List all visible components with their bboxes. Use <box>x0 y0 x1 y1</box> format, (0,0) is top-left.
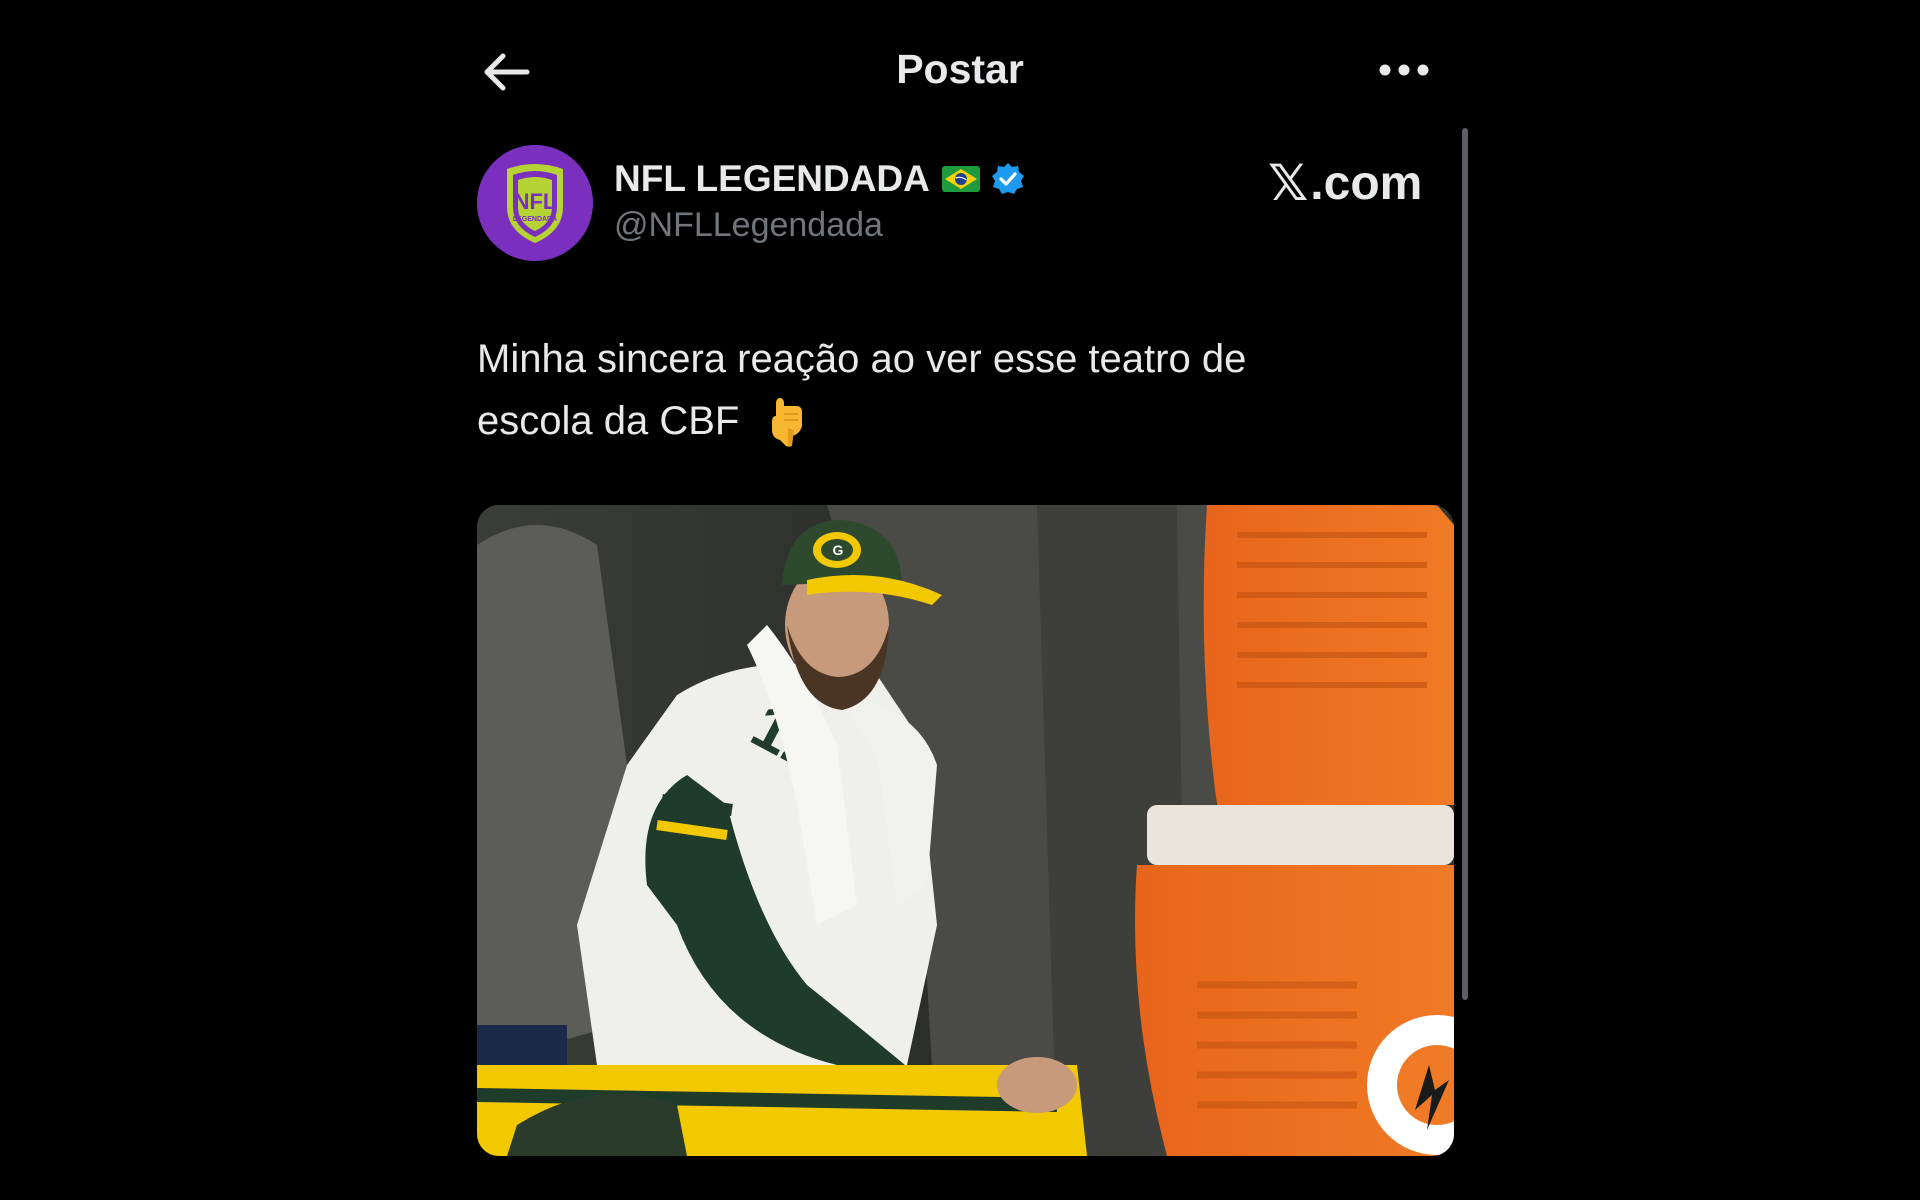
svg-text:G: G <box>833 542 844 558</box>
author-name[interactable]: NFL LEGENDADA <box>614 158 1026 200</box>
scrollbar[interactable] <box>1462 128 1468 1000</box>
avatar[interactable]: NFL LEGENDADA <box>477 145 593 261</box>
tweet-text-line-2: escola da CBF <box>477 399 740 443</box>
top-bar: Postar <box>0 0 1920 140</box>
player-on-bench-photo: 12 G <box>477 505 1454 1156</box>
more-horizontal-icon <box>1379 64 1429 76</box>
svg-text:NFL: NFL <box>514 189 557 214</box>
x-logo-icon: 𝕏 <box>1268 155 1309 211</box>
xcom-watermark: 𝕏 .com <box>1268 154 1422 212</box>
verified-badge-icon <box>991 163 1024 194</box>
author-handle[interactable]: @NFLLegendada <box>614 206 883 245</box>
backhand-index-pointing-down-emoji <box>772 398 803 447</box>
xcom-watermark-suffix: .com <box>1310 156 1423 210</box>
nfl-legendada-logo-icon: NFL LEGENDADA <box>477 145 593 261</box>
author-name-text: NFL LEGENDADA <box>614 158 930 199</box>
tweet-media-image[interactable]: 12 G <box>477 505 1454 1156</box>
tweet-text-line-2-container: escola da CBF <box>477 390 1377 452</box>
tweet-text: Minha sincera reação ao ver esse teatro … <box>477 328 1377 452</box>
more-button[interactable] <box>1376 48 1432 92</box>
svg-text:LEGENDADA: LEGENDADA <box>513 216 557 223</box>
brazil-flag-icon <box>941 166 980 192</box>
tweet-text-line-1: Minha sincera reação ao ver esse teatro … <box>477 337 1247 381</box>
page-title: Postar <box>896 46 1024 92</box>
